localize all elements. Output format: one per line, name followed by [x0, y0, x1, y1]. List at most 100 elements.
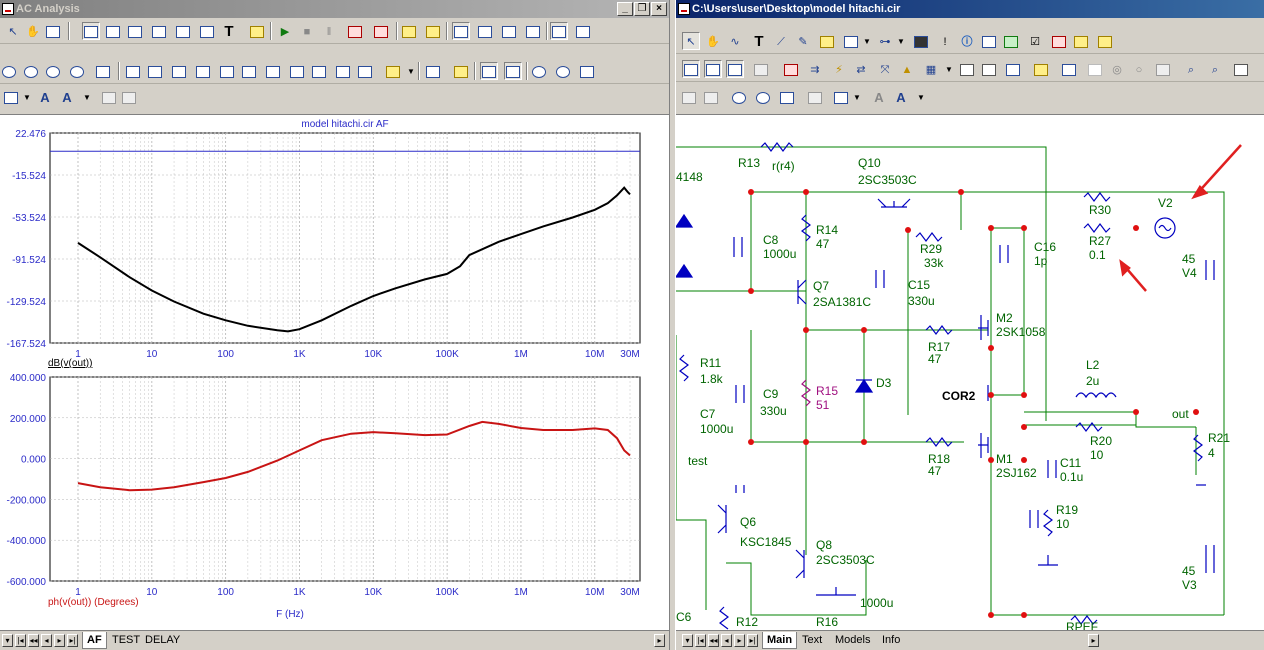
zoom-in-icon[interactable] — [530, 62, 548, 80]
tab-info[interactable]: Info — [878, 632, 904, 649]
zoom-x-icon[interactable] — [0, 62, 18, 80]
font-3-icon[interactable]: A — [892, 88, 910, 106]
checkbox-icon[interactable]: ☑ — [1026, 32, 1044, 50]
box-select-icon[interactable] — [1060, 60, 1078, 78]
probe-icon[interactable]: ! — [936, 32, 954, 50]
sch-tab-prev-page[interactable]: ◂◂ — [708, 634, 719, 647]
list-icon[interactable] — [424, 62, 442, 80]
tab-af[interactable]: AF — [82, 632, 107, 649]
help-icon[interactable] — [980, 32, 998, 50]
zoom-y-icon[interactable] — [22, 62, 40, 80]
node-dropdown-icon[interactable]: ▼ — [892, 32, 910, 50]
flatten-icon[interactable] — [1004, 60, 1022, 78]
sch-tab-next[interactable]: ▸ — [734, 634, 745, 647]
low-icon[interactable] — [194, 62, 212, 80]
top-icon[interactable] — [288, 62, 306, 80]
run-icon[interactable]: ▶ — [276, 22, 294, 40]
bottom-icon[interactable] — [310, 62, 328, 80]
layout-2-icon[interactable] — [476, 22, 494, 40]
tab-text[interactable]: Text — [798, 632, 826, 649]
zoom-window-icon[interactable] — [578, 62, 596, 80]
grid-2-dropdown-icon[interactable]: ▼ — [848, 88, 866, 106]
schematic-titlebar[interactable]: C:\Users\user\Desktop\model hitachi.cir — [676, 0, 1264, 18]
page-2-icon[interactable] — [980, 60, 998, 78]
tracker-icon[interactable] — [174, 22, 192, 40]
optimize-icon[interactable] — [372, 22, 390, 40]
wire-tool-icon[interactable]: ∿ — [726, 32, 744, 50]
zoom-xy-icon[interactable] — [44, 62, 62, 80]
minimize-button[interactable]: _ — [617, 2, 633, 16]
sch-tab-last[interactable]: ▸| — [747, 634, 758, 647]
properties-2-icon[interactable] — [1032, 60, 1050, 78]
font-3-dropdown-icon[interactable]: ▼ — [912, 88, 930, 106]
tab-main[interactable]: Main — [762, 632, 798, 649]
preferences-icon[interactable] — [104, 22, 122, 40]
copy-dropdown-icon[interactable]: ▼ — [858, 32, 876, 50]
tab-scroll-menu[interactable]: ▾ — [2, 634, 13, 647]
record-icon[interactable]: ◎ — [1108, 60, 1126, 78]
front-icon[interactable] — [100, 88, 118, 106]
tab-models[interactable]: Models — [831, 632, 874, 649]
animate-icon[interactable] — [452, 62, 470, 80]
schematic-drawing[interactable]: R13 r(r4) 4148 Q10 2SC3503C C8 1000u R14… — [676, 115, 1264, 634]
schematic-canvas[interactable]: R13 r(r4) 4148 Q10 2SC3503C C8 1000u R14… — [676, 114, 1264, 634]
sch-tab-menu[interactable]: ▾ — [682, 634, 693, 647]
show-voltages-icon[interactable] — [782, 60, 800, 78]
flip-icon[interactable]: ⤧ — [876, 60, 894, 78]
front-2-icon[interactable] — [680, 88, 698, 106]
slope-icon[interactable] — [334, 62, 352, 80]
line-tool-icon[interactable]: ⟋ — [772, 32, 790, 50]
tab-first-button[interactable]: |◂ — [15, 634, 26, 647]
component-icon[interactable] — [818, 32, 836, 50]
add-curve-icon[interactable] — [126, 22, 144, 40]
pen-icon[interactable]: ✎ — [794, 32, 812, 50]
fill-icon[interactable] — [806, 88, 824, 106]
layout-3-icon[interactable] — [500, 22, 518, 40]
copy-icon[interactable] — [44, 22, 62, 40]
scale-icon[interactable] — [82, 22, 100, 40]
edit-icon[interactable] — [1096, 32, 1114, 50]
hscroll-right[interactable]: ▸ — [654, 634, 665, 647]
back-2-icon[interactable] — [702, 88, 720, 106]
find-icon[interactable]: ⌕ — [1182, 60, 1200, 78]
fit-icon[interactable] — [480, 62, 498, 80]
next-point-icon[interactable] — [356, 62, 374, 80]
label-icon[interactable] — [424, 22, 442, 40]
subcircuit-icon[interactable] — [1232, 60, 1250, 78]
grid-dots-icon[interactable]: ▦ — [922, 60, 940, 78]
high-icon[interactable] — [170, 62, 188, 80]
layout-1-icon[interactable] — [452, 22, 470, 40]
font-icon[interactable]: A — [36, 88, 54, 106]
white-box-icon[interactable] — [1086, 60, 1104, 78]
show-power-icon[interactable]: ⚡ — [830, 60, 848, 78]
auto-scale-icon[interactable] — [94, 62, 112, 80]
grid-text-icon[interactable] — [752, 60, 770, 78]
global-high-icon[interactable] — [240, 62, 258, 80]
list-2-icon[interactable] — [1072, 32, 1090, 50]
attach-icon[interactable] — [1154, 60, 1172, 78]
data-points-icon[interactable] — [384, 62, 402, 80]
zoom-fit-icon[interactable] — [778, 88, 796, 106]
warning-icon[interactable] — [1002, 32, 1020, 50]
tab-prev-page-button[interactable]: ◂◂ — [28, 634, 39, 647]
fit-all-icon[interactable] — [504, 62, 522, 80]
layout-4-icon[interactable] — [524, 22, 542, 40]
zoom-out-2-icon[interactable] — [554, 62, 572, 80]
sch-tab-prev[interactable]: ◂ — [721, 634, 732, 647]
text-icon[interactable]: T — [750, 32, 768, 50]
peak-icon[interactable] — [124, 62, 142, 80]
restore-button[interactable]: ❐ — [634, 2, 650, 16]
inflection-icon[interactable] — [218, 62, 236, 80]
back-icon[interactable] — [120, 88, 138, 106]
remove-curve-icon[interactable] — [150, 22, 168, 40]
select-mode-button[interactable]: ↖ — [4, 22, 22, 40]
close-button[interactable]: × — [651, 2, 667, 16]
font-dropdown-icon[interactable]: ▼ — [78, 88, 96, 106]
text-tool-icon[interactable]: T — [220, 22, 238, 40]
tab-prev-button[interactable]: ◂ — [41, 634, 52, 647]
attr-text-icon[interactable] — [682, 60, 700, 78]
cursor-mode-icon[interactable] — [400, 22, 418, 40]
zoom-in-2-icon[interactable] — [730, 88, 748, 106]
pause-icon[interactable]: ‖ — [320, 22, 338, 40]
tab-delay[interactable]: DELAY — [141, 632, 184, 649]
